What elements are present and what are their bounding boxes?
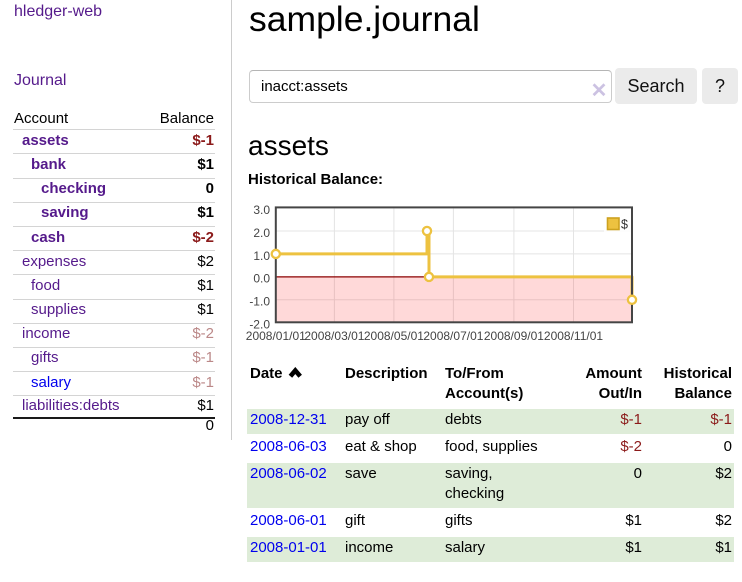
svg-text:2008/07/01: 2008/07/01 bbox=[423, 329, 483, 343]
svg-text:2008/01/01: 2008/01/01 bbox=[246, 329, 306, 343]
svg-text:1.0: 1.0 bbox=[253, 249, 270, 263]
svg-text:2008/11/01: 2008/11/01 bbox=[544, 329, 603, 343]
svg-text:$: $ bbox=[621, 218, 628, 232]
svg-text:0.0: 0.0 bbox=[253, 272, 270, 286]
svg-text:2008/09/01: 2008/09/01 bbox=[484, 329, 544, 343]
svg-text:-1.0: -1.0 bbox=[249, 295, 270, 309]
svg-text:2008/03/01: 2008/03/01 bbox=[304, 329, 364, 343]
svg-text:2.0: 2.0 bbox=[253, 226, 270, 240]
svg-text:2008/05/01: 2008/05/01 bbox=[364, 329, 424, 343]
svg-text:3.0: 3.0 bbox=[253, 203, 270, 217]
